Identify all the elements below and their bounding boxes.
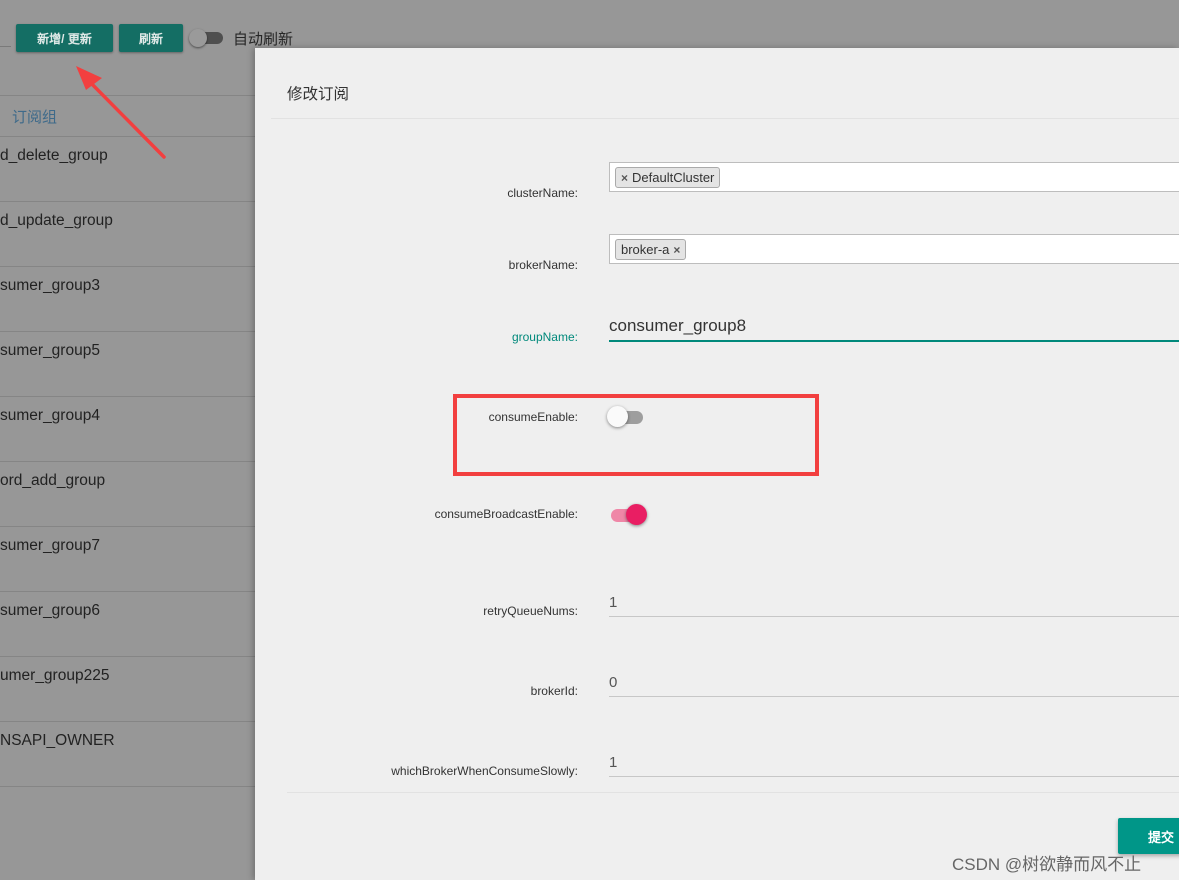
table-row: sumer_group3: [0, 267, 255, 332]
broker-id-input[interactable]: [609, 668, 1179, 697]
table-row: sumer_group4: [0, 397, 255, 462]
consume-broadcast-enable-switch[interactable]: [607, 504, 647, 526]
broker-name-select[interactable]: broker-a ×: [609, 234, 1179, 264]
which-broker-when-consume-slowly-label: whichBrokerWhenConsumeSlowly:: [391, 764, 578, 778]
cluster-name-label: clusterName:: [507, 186, 578, 200]
cluster-name-tag-label: DefaultCluster: [632, 170, 715, 185]
add-update-button[interactable]: 新增/ 更新: [16, 24, 113, 52]
broker-id-label: brokerId:: [530, 684, 578, 698]
group-name-cell: sumer_group6: [0, 602, 100, 619]
dialog-title: 修改订阅: [287, 86, 350, 103]
retry-queue-nums-input[interactable]: [609, 588, 1179, 617]
group-name-label: groupName:: [511, 330, 578, 344]
background-input-edge: [0, 46, 11, 47]
group-name-cell: umer_group225: [0, 667, 110, 684]
table-row: d_update_group: [0, 202, 255, 267]
which-broker-when-consume-slowly-input[interactable]: [609, 748, 1179, 777]
dialog-footer-divider: [287, 792, 1179, 793]
table-row: ord_add_group: [0, 462, 255, 527]
remove-tag-icon[interactable]: ×: [673, 243, 680, 257]
broker-name-tag-label: broker-a: [621, 242, 670, 257]
group-name-cell: ord_add_group: [0, 472, 106, 489]
group-name-cell: sumer_group3: [0, 277, 100, 294]
table-row: umer_group225: [0, 657, 255, 722]
table-row: sumer_group5: [0, 332, 255, 397]
broker-name-tag: broker-a ×: [615, 239, 687, 260]
switch-knob: [626, 504, 647, 525]
broker-name-label: brokerName:: [508, 258, 578, 272]
column-header-subscription-group[interactable]: 订阅组: [12, 106, 57, 127]
table-row: sumer_group6: [0, 592, 255, 657]
csdn-watermark: CSDN @树欲静而风不止: [952, 855, 1142, 874]
refresh-button[interactable]: 刷新: [119, 24, 183, 52]
group-name-cell: sumer_group7: [0, 537, 100, 554]
group-name-cell: sumer_group4: [0, 407, 100, 424]
annotation-highlight-box: [453, 394, 819, 476]
subscription-group-table: 订阅组 d_delete_group d_update_group sumer_…: [0, 95, 255, 787]
remove-tag-icon[interactable]: ×: [621, 171, 628, 185]
group-name-cell: sumer_group5: [0, 342, 100, 359]
dialog-header-divider: [271, 118, 1179, 119]
table-row: NSAPI_OWNER: [0, 722, 255, 787]
table-row: sumer_group7: [0, 527, 255, 592]
submit-button[interactable]: 提交: [1118, 818, 1179, 854]
auto-refresh-label: 自动刷新: [233, 31, 294, 48]
annotation-arrow-icon: [76, 66, 166, 159]
retry-queue-nums-label: retryQueueNums:: [483, 604, 578, 618]
group-name-input[interactable]: [609, 312, 1179, 342]
cluster-name-tag: × DefaultCluster: [615, 167, 721, 188]
consume-broadcast-enable-label: consumeBroadcastEnable:: [434, 507, 578, 521]
cluster-name-select[interactable]: × DefaultCluster: [609, 162, 1179, 192]
group-name-cell: d_update_group: [0, 212, 113, 229]
group-name-cell: NSAPI_OWNER: [0, 732, 115, 749]
auto-refresh-toggle-knob: [189, 29, 207, 47]
auto-refresh-toggle[interactable]: [189, 29, 223, 47]
edit-subscription-dialog: 修改订阅 clusterName: × DefaultCluster broke…: [255, 48, 1179, 880]
